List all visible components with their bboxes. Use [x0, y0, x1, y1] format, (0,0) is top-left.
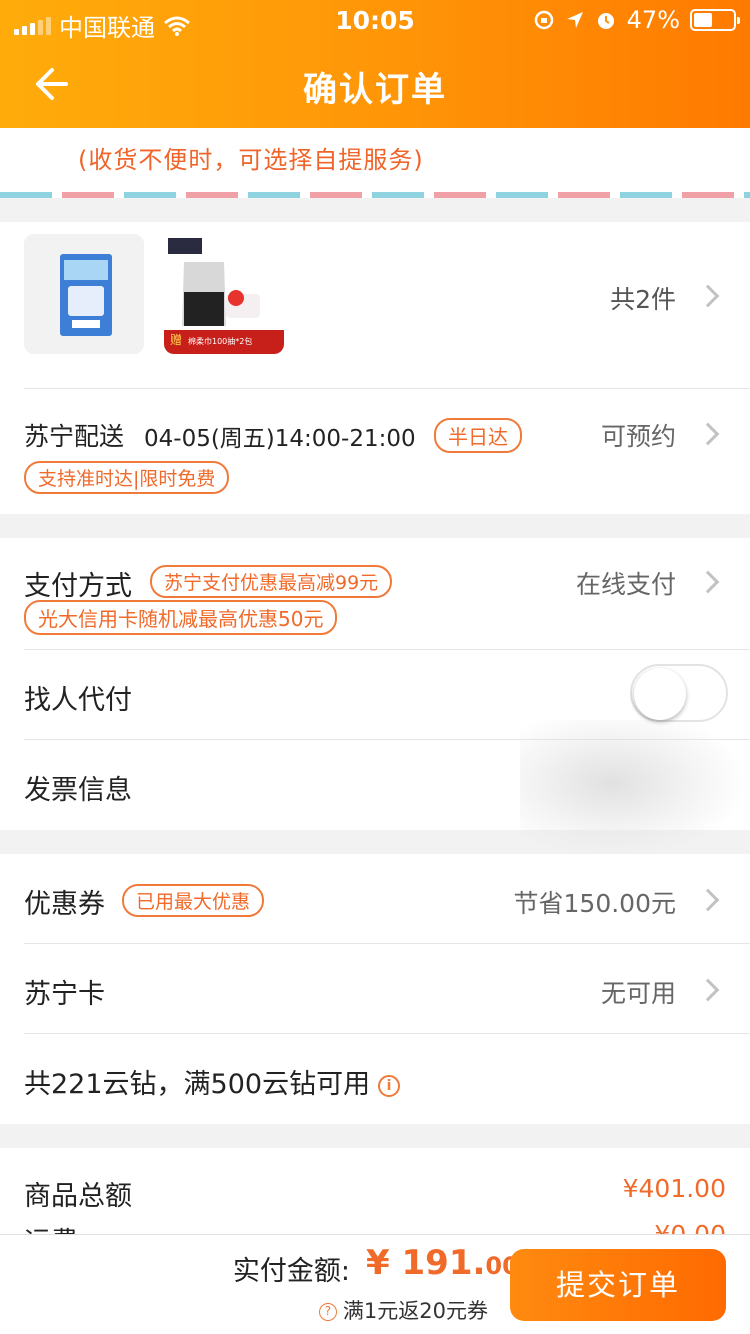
pay-amount: ¥ 191.00	[366, 1243, 519, 1283]
proxy-pay-label: 找人代付	[24, 685, 132, 716]
page-title: 确认订单	[303, 70, 447, 110]
product-box-icon	[60, 254, 112, 336]
delivery-reserve: 可预约	[600, 422, 676, 451]
proxy-pay-toggle[interactable]	[630, 664, 728, 722]
rebate-text: 满1元返20元券	[342, 1299, 488, 1323]
goods-total-label: 商品总额	[24, 1181, 132, 1212]
battery-icon	[690, 9, 740, 31]
pay-amount-integer: 191.	[401, 1243, 486, 1283]
chevron-right-icon	[696, 422, 720, 446]
suning-card-value: 无可用	[600, 979, 676, 1008]
info-icon[interactable]: i	[378, 1074, 401, 1097]
half-day-badge: 半日达	[434, 418, 522, 453]
summary-section: 商品总额 ¥401.00 运费 ¥0.00	[0, 1148, 750, 1258]
order-section: 赠 棉柔巾100抽*2包 共2件 苏宁配送 04-05(周五)14:00-21:…	[0, 222, 750, 514]
payment-label: 支付方式	[24, 571, 132, 602]
chevron-right-icon	[696, 284, 720, 308]
delivery-label: 苏宁配送	[24, 422, 125, 451]
product-image-1[interactable]	[24, 234, 144, 354]
cloud-diamond-text: 共221云钻，满500云钻可用 i	[24, 1062, 401, 1101]
product-kettle-icon: 赠 棉柔巾100抽*2包	[164, 234, 284, 354]
product-image-2[interactable]: 赠 棉柔巾100抽*2包	[164, 234, 284, 354]
alarm-icon	[597, 13, 614, 29]
bottom-bar: 实付金额: ¥ 191.00 ? 满1元返20元券 提交订单	[0, 1234, 750, 1334]
chevron-right-icon	[696, 978, 720, 1002]
invoice-label: 发票信息	[24, 775, 132, 806]
submit-order-button[interactable]: 提交订单	[510, 1249, 726, 1321]
max-discount-badge: 已用最大优惠	[122, 884, 265, 917]
status-bar: 中国联通 10:05 47%	[0, 0, 750, 42]
address-stripe	[0, 192, 750, 198]
coupon-label: 优惠券	[24, 889, 105, 920]
help-icon: ?	[318, 1303, 337, 1321]
coupon-savings: 节省150.00元	[513, 889, 676, 918]
rebate-note[interactable]: ? 满1元返20元券	[318, 1295, 488, 1325]
header: 中国联通 10:05 47% 确认订单	[0, 0, 750, 128]
chevron-right-icon	[696, 888, 720, 912]
nav-bar: 确认订单	[0, 44, 750, 124]
delivery-time: 04-05(周五)14:00-21:00	[144, 426, 416, 452]
currency-symbol: ¥	[366, 1243, 390, 1283]
cloud-diamond-row: 共221云钻，满500云钻可用 i	[0, 1034, 750, 1124]
gift-badge: 赠	[170, 333, 182, 347]
products-row[interactable]: 赠 棉柔巾100抽*2包 共2件	[0, 222, 750, 388]
address-section[interactable]: (收货不便时，可选择自提服务)	[0, 128, 750, 198]
goods-total-value: ¥401.00	[622, 1174, 726, 1203]
pickup-note: (收货不便时，可选择自提服务)	[78, 146, 424, 174]
battery-percent: 47%	[626, 6, 680, 34]
payment-method-row[interactable]: 支付方式 苏宁支付优惠最高减99元 在线支付 光大信用卡随机减最高优惠50元	[0, 538, 750, 650]
cloud-diamond-label: 共221云钻，满500云钻可用	[24, 1069, 371, 1100]
on-time-tag: 支持准时达|限时免费	[24, 461, 230, 494]
delivery-row[interactable]: 苏宁配送 04-05(周五)14:00-21:00 半日达 可预约 支持准时达|…	[0, 389, 750, 514]
item-count: 共2件	[610, 285, 676, 314]
orientation-lock-icon	[534, 10, 553, 30]
toggle-knob	[634, 668, 686, 720]
payment-section: 支付方式 苏宁支付优惠最高减99元 在线支付 光大信用卡随机减最高优惠50元 找…	[0, 538, 750, 830]
chevron-right-icon	[696, 570, 720, 594]
discount-section: 优惠券 已用最大优惠 节省150.00元 苏宁卡 无可用 共221云钻，满500…	[0, 854, 750, 1124]
payment-method-value: 在线支付	[575, 570, 676, 599]
pay-amount-label: 实付金额:	[232, 1256, 350, 1287]
location-icon	[566, 12, 583, 28]
coupon-row[interactable]: 优惠券 已用最大优惠 节省150.00元	[0, 854, 750, 944]
status-right: 47%	[533, 6, 740, 34]
suning-pay-promo: 苏宁支付优惠最高减99元	[150, 565, 393, 598]
suning-card-row[interactable]: 苏宁卡 无可用	[0, 944, 750, 1034]
suning-card-label: 苏宁卡	[24, 979, 105, 1010]
gift-desc: 棉柔巾100抽*2包	[188, 336, 252, 346]
credit-card-promo: 光大信用卡随机减最高优惠50元	[24, 600, 338, 635]
invoice-row[interactable]: 发票信息	[0, 740, 750, 830]
proxy-pay-row: 找人代付	[0, 650, 750, 740]
